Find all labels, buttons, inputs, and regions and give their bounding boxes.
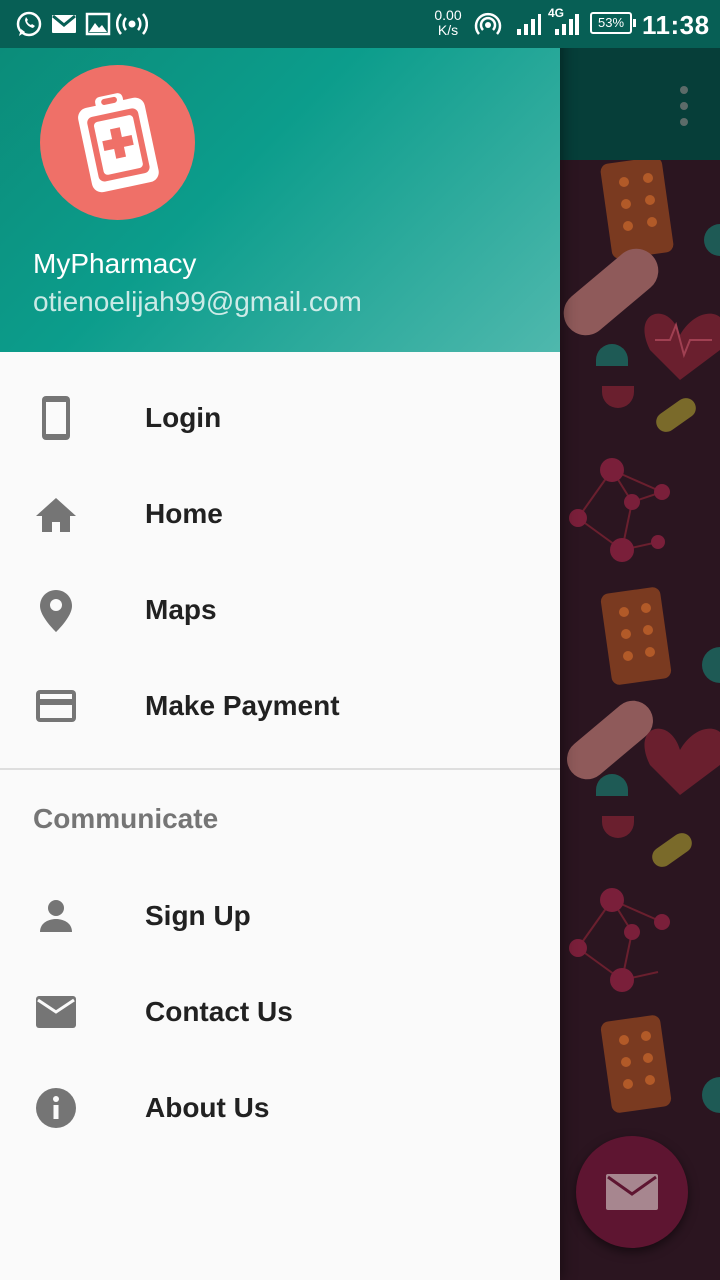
menu-item-label: Contact Us xyxy=(145,996,293,1027)
menu-item-maps[interactable]: Maps xyxy=(0,562,560,658)
phone-icon xyxy=(32,394,80,442)
fab-mail-button[interactable] xyxy=(576,1136,688,1248)
signal-4g-icon xyxy=(555,14,579,35)
drawer-app-name: MyPharmacy xyxy=(33,248,197,279)
menu-item-label: Make Payment xyxy=(145,690,340,721)
menu-item-label: Home xyxy=(145,498,223,529)
network-speed-value: 0.00 xyxy=(434,7,462,23)
info-icon xyxy=(32,1084,80,1132)
mail-icon xyxy=(606,1174,658,1210)
mail-icon xyxy=(32,988,80,1036)
menu-item-make-payment[interactable]: Make Payment xyxy=(0,658,560,754)
battery-icon: 53% xyxy=(590,12,636,34)
menu-item-about-us[interactable]: About Us xyxy=(0,1060,560,1156)
menu-item-label: About Us xyxy=(145,1092,270,1123)
gmail-icon xyxy=(52,14,76,33)
hotspot-icon xyxy=(474,12,502,35)
home-icon xyxy=(32,490,80,538)
battery-level: 53% xyxy=(597,15,625,30)
menu-item-label: Login xyxy=(145,402,222,433)
person-icon xyxy=(32,892,80,940)
status-clock: 11:38 xyxy=(642,10,710,40)
credit-card-icon xyxy=(32,682,80,730)
location-pin-icon xyxy=(32,586,80,634)
network-speed-unit: K/s xyxy=(437,22,459,38)
menu-item-home[interactable]: Home xyxy=(0,466,560,562)
gallery-icon xyxy=(85,12,111,36)
broadcast-icon xyxy=(116,13,148,35)
medical-clipboard-icon xyxy=(77,92,159,192)
navigation-drawer: MyPharmacy otienoelijah99@gmail.com Logi… xyxy=(0,0,560,1280)
menu-item-sign-up[interactable]: Sign Up xyxy=(0,868,560,964)
menu-item-label: Sign Up xyxy=(145,900,251,931)
more-vert-icon[interactable] xyxy=(676,86,692,126)
signal-icon xyxy=(517,14,541,35)
app-logo xyxy=(40,65,195,220)
whatsapp-icon xyxy=(16,11,42,37)
network-speed: 0.00 K/s xyxy=(428,8,468,38)
drawer-user-email: otienoelijah99@gmail.com xyxy=(33,286,362,317)
section-header-communicate: Communicate xyxy=(33,803,219,834)
drawer-divider xyxy=(0,768,560,770)
drawer-header: MyPharmacy otienoelijah99@gmail.com xyxy=(0,0,560,352)
menu-item-label: Maps xyxy=(145,594,217,625)
menu-item-contact-us[interactable]: Contact Us xyxy=(0,964,560,1060)
status-bar: 0.00 K/s 4G 53% 11:38 xyxy=(0,0,720,48)
menu-item-login[interactable]: Login xyxy=(0,370,560,466)
